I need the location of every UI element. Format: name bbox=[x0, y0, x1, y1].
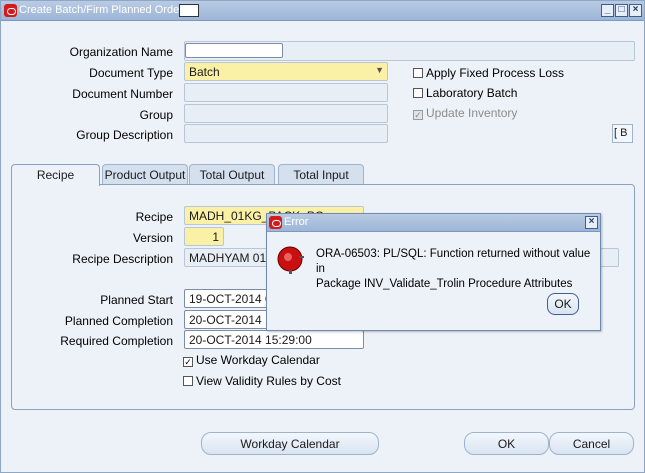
close-button[interactable]: × bbox=[629, 4, 642, 17]
error-message: ORA-06503: PL/SQL: Function returned wit… bbox=[316, 247, 598, 292]
laboratory-batch-label: Laboratory Batch bbox=[426, 86, 518, 100]
close-icon[interactable]: × bbox=[585, 216, 598, 229]
document-type-value: Batch bbox=[189, 65, 220, 79]
apply-fixed-process-loss-label: Apply Fixed Process Loss bbox=[426, 66, 565, 80]
chevron-down-icon[interactable]: ▼ bbox=[375, 65, 384, 75]
use-workday-calendar-label: Use Workday Calendar bbox=[196, 353, 320, 367]
minimize-button[interactable]: _ bbox=[601, 4, 614, 17]
organization-name-label: Organization Name bbox=[69, 45, 173, 59]
tab-total-output[interactable]: Total Output bbox=[189, 164, 275, 185]
title-bar: Create Batch/Firm Planned Order _ □ × bbox=[1, 1, 644, 21]
tab-total-input[interactable]: Total Input bbox=[278, 164, 364, 185]
title-input-box bbox=[179, 4, 199, 17]
oracle-logo-icon bbox=[269, 216, 282, 229]
required-completion-field[interactable]: 20-OCT-2014 15:29:00 bbox=[184, 330, 364, 349]
update-inventory-checkbox: ✓ Update Inventory bbox=[413, 106, 517, 120]
descriptive-flexfield-button[interactable]: [ B bbox=[612, 124, 633, 143]
document-type-select[interactable]: Batch ▼ bbox=[184, 62, 388, 81]
checkbox-box[interactable] bbox=[413, 68, 423, 78]
group-description-label: Group Description bbox=[76, 128, 173, 142]
group-field[interactable] bbox=[184, 104, 388, 123]
planned-start-label: Planned Start bbox=[100, 293, 173, 307]
alarm-bell-icon bbox=[277, 246, 304, 274]
document-type-label: Document Type bbox=[89, 66, 173, 80]
checkbox-checked-icon[interactable]: ✓ bbox=[183, 357, 193, 367]
error-ok-button[interactable]: OK bbox=[547, 293, 579, 315]
version-field[interactable]: 1 bbox=[184, 227, 224, 246]
error-dialog: Error × ORA-06503: PL/SQL: Function retu… bbox=[266, 213, 601, 331]
oracle-logo-icon bbox=[4, 4, 17, 17]
planned-completion-label: Planned Completion bbox=[64, 314, 173, 328]
ok-button[interactable]: OK bbox=[464, 432, 549, 455]
group-label: Group bbox=[139, 108, 173, 122]
cancel-button[interactable]: Cancel bbox=[549, 432, 634, 455]
error-dialog-title: Error bbox=[284, 216, 309, 228]
group-description-field[interactable] bbox=[184, 124, 388, 143]
checkbox-box[interactable] bbox=[413, 88, 423, 98]
tab-product-output[interactable]: Product Output bbox=[102, 164, 188, 185]
version-label: Version bbox=[132, 231, 173, 245]
document-number-field[interactable] bbox=[184, 83, 388, 102]
checkbox-box[interactable] bbox=[183, 376, 193, 386]
document-number-label: Document Number bbox=[72, 87, 173, 101]
view-validity-rules-checkbox[interactable]: View Validity Rules by Cost bbox=[183, 374, 341, 388]
window-title: Create Batch/Firm Planned Order bbox=[19, 4, 183, 16]
error-message-line-1: ORA-06503: PL/SQL: Function returned wit… bbox=[316, 248, 591, 275]
maximize-button[interactable]: □ bbox=[615, 4, 628, 17]
organization-name-field[interactable] bbox=[185, 43, 283, 58]
checkbox-checked-icon: ✓ bbox=[413, 110, 423, 120]
required-completion-label: Required Completion bbox=[60, 334, 173, 348]
update-inventory-label: Update Inventory bbox=[426, 106, 518, 120]
workday-calendar-button[interactable]: Workday Calendar bbox=[201, 432, 379, 455]
recipe-label: Recipe bbox=[135, 210, 173, 224]
view-validity-rules-label: View Validity Rules by Cost bbox=[196, 374, 341, 388]
use-workday-calendar-checkbox[interactable]: ✓ Use Workday Calendar bbox=[183, 353, 320, 367]
recipe-description-label: Recipe Description bbox=[72, 252, 173, 266]
error-message-line-2: Package INV_Validate_Trolin Procedure At… bbox=[316, 278, 573, 290]
tab-recipe[interactable]: Recipe bbox=[11, 164, 100, 186]
apply-fixed-process-loss-checkbox[interactable]: Apply Fixed Process Loss bbox=[413, 66, 564, 80]
laboratory-batch-checkbox[interactable]: Laboratory Batch bbox=[413, 86, 517, 100]
error-dialog-title-bar: Error × bbox=[267, 214, 600, 232]
